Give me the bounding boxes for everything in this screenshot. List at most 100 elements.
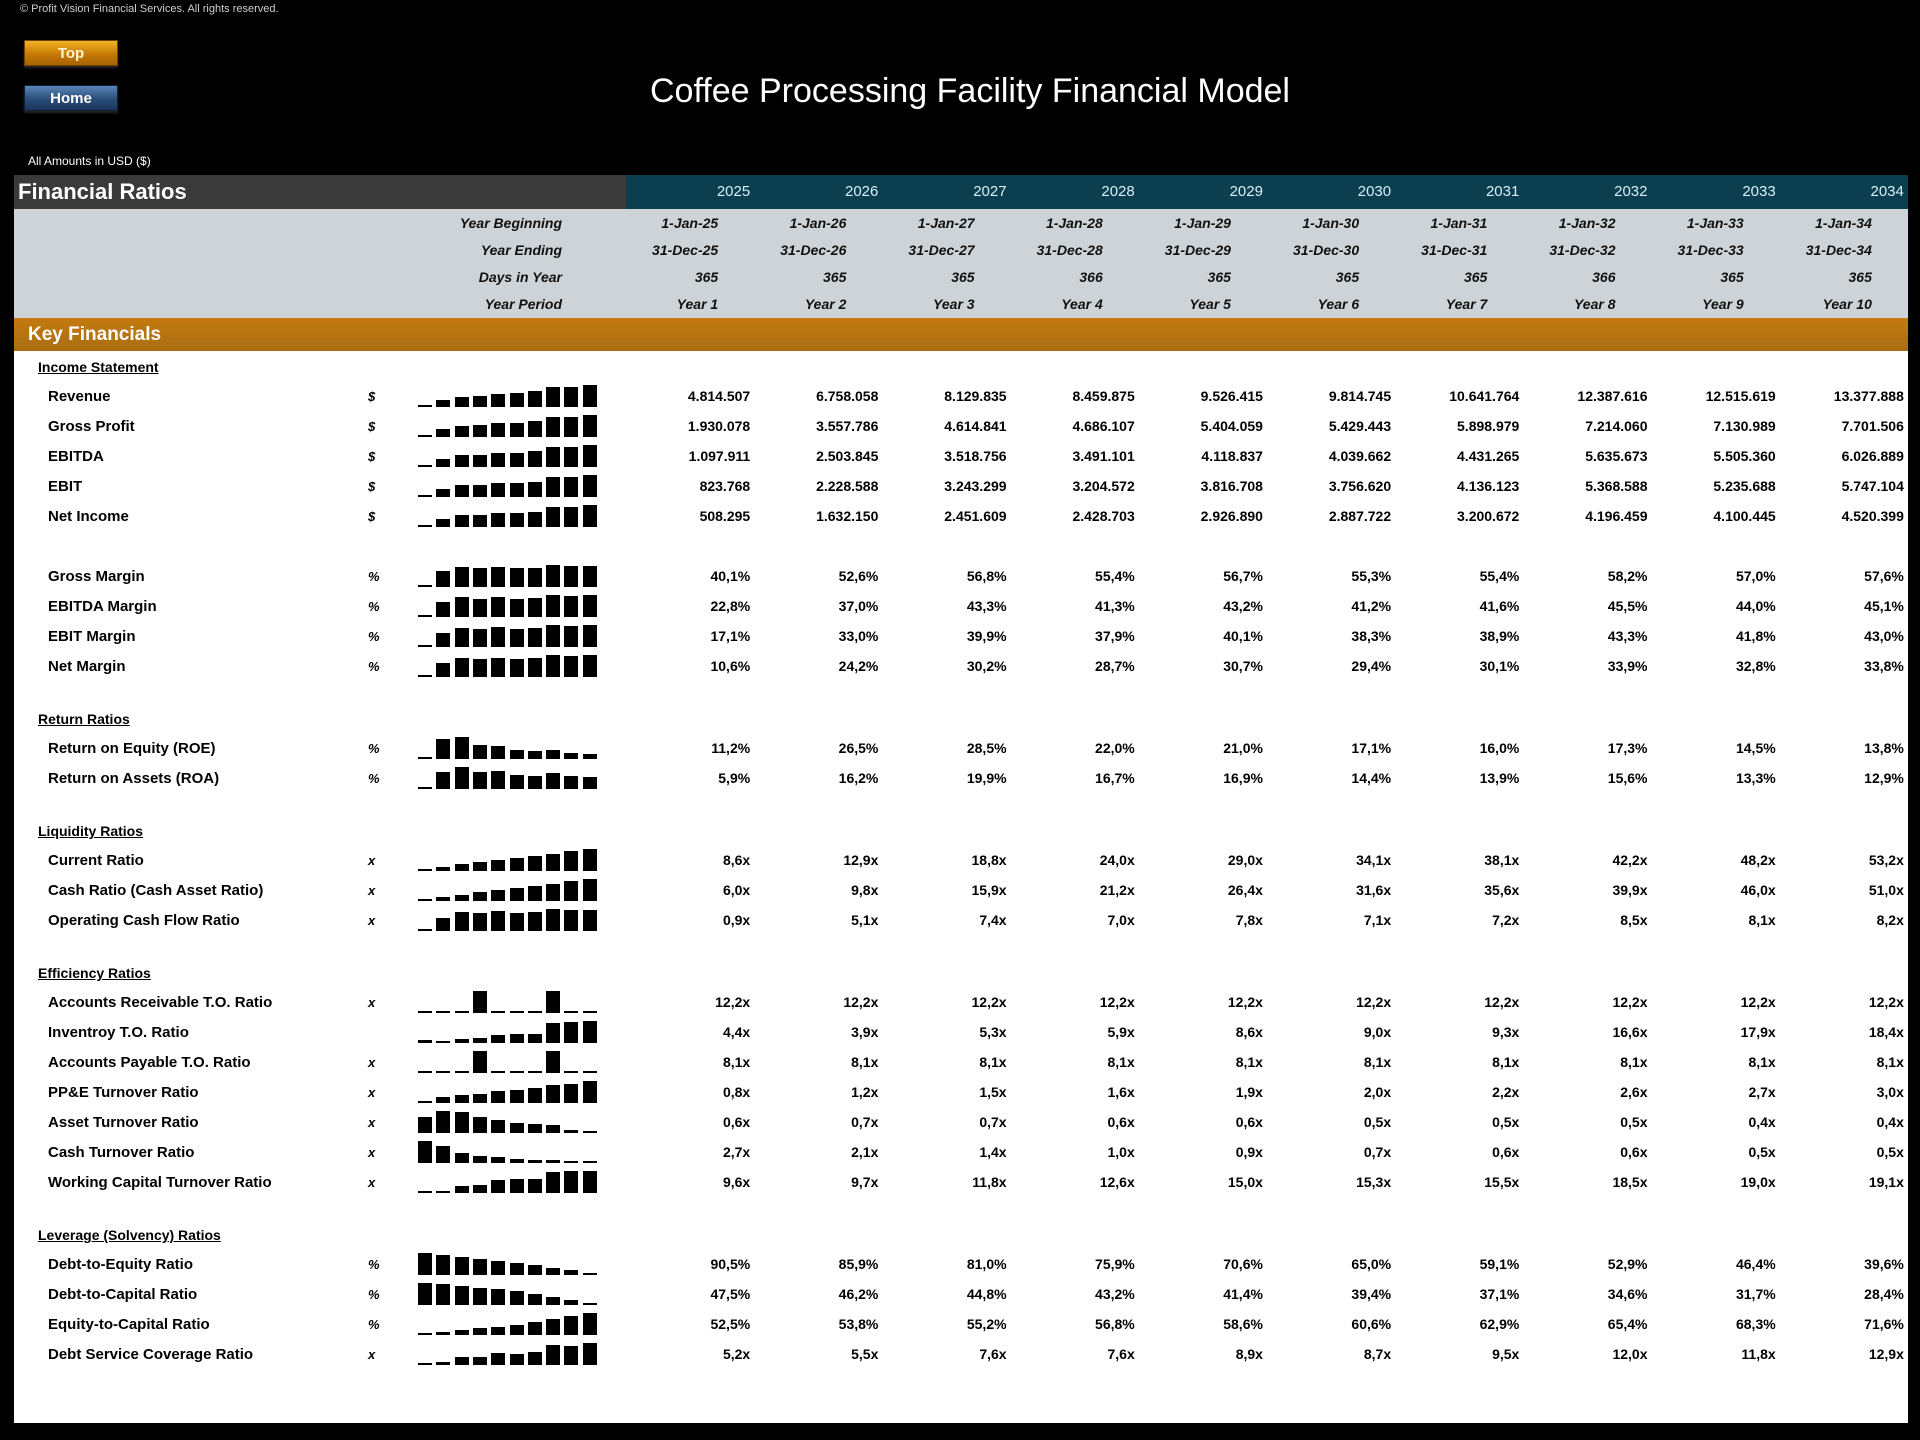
value-cell: 3,0x [1876,1084,1904,1100]
value-cell: 68,3% [1735,1316,1776,1332]
value-cell: 31,6x [1356,882,1392,898]
value-cell: 5,1x [851,912,879,928]
sparkline-bar [454,628,469,647]
sparkline-bar [582,1161,597,1163]
value-cell: 5,2x [722,1346,751,1362]
meta-cell: Year 3 [933,295,975,312]
value-cell: 12,9% [1864,770,1904,786]
meta-cell: 31-Dec-33 [1677,241,1744,258]
value-cell: 8,7x [1363,1346,1392,1362]
value-cell: 26,4x [1227,882,1263,898]
sparkline-bar [509,599,524,617]
value-cell: 57,0% [1735,568,1776,584]
sparkline-bar [509,629,524,647]
sparkline-bar [454,1257,469,1275]
sparkline-bar [527,1011,542,1013]
sparkline-bar [418,899,432,901]
sparkline-bar [418,1071,432,1073]
value-cell: 52,6% [838,568,879,584]
sparkline-bar [436,1097,451,1103]
year-header: 2033 [1742,183,1776,200]
sparkline-bar [436,918,451,931]
sparkline-bar [472,1357,487,1365]
sparkline-bar [509,393,524,407]
sparkline-bar [546,417,561,437]
value-cell: 60,6% [1351,1316,1392,1332]
sparkline-bar [546,1160,561,1163]
value-cell: 16,0% [1479,740,1520,756]
sparkline [400,413,600,439]
sparkline-bar [509,453,524,467]
section-header: Financial Ratios [14,175,626,209]
unit-label: $ [368,388,376,404]
value-cell: 15,6% [1607,770,1648,786]
value-cell: 21,0% [1223,740,1263,756]
value-cell: 12,2x [1356,994,1392,1010]
value-cell: 3.204.572 [1072,478,1135,494]
meta-label: Year Ending [480,241,562,258]
top-button[interactable]: Top [24,40,118,66]
value-cell: 9,0x [1363,1024,1392,1040]
ratio-row: EBIT Margin% 17,1% 33,0% 39,9% 37,9% 40,1% 38,… [14,621,1908,651]
sparkline-bar [546,854,561,871]
sparkline-bar [491,1157,506,1163]
sparkline-bar [582,1343,597,1365]
sparkline-bar [454,1095,469,1103]
value-cell: 3.756.620 [1328,478,1392,494]
value-cell: 43,2% [1223,598,1263,614]
value-cell: 71,6% [1864,1316,1904,1332]
value-cell: 16,7% [1095,770,1135,786]
value-cell: 16,2% [838,770,879,786]
meta-cell: 1-Jan-34 [1815,214,1872,231]
value-cell: 37,9% [1095,628,1135,644]
sparkline-bar [472,913,487,931]
sparkline-bar [509,750,524,759]
sparkline-bar [472,396,487,407]
sparkline-bar [546,655,561,677]
sparkline-bar [582,1171,597,1193]
sparkline-bar [546,447,561,467]
value-cell: 8,2x [1876,912,1904,928]
sparkline-bar [582,625,597,647]
sparkline-bar [491,860,506,871]
value-cell: 5.404.059 [1200,418,1263,434]
year-header: 2030 [1357,183,1392,200]
value-cell: 9,5x [1492,1346,1520,1362]
ratio-row: Accounts Payable T.O. Ratio x 8,1x 8,1x 8,1x… [14,1047,1908,1077]
value-cell: 3.557.786 [816,418,879,434]
meta-cell: Year 5 [1189,295,1231,312]
value-cell: 12,0x [1612,1346,1648,1362]
sparkline-bar [472,659,487,677]
sparkline-bar [564,1300,579,1305]
sparkline-bar [454,515,469,527]
meta-cell: 1-Jan-29 [1174,214,1231,231]
unit-label: x [368,912,376,928]
sparkline-bar [564,1011,579,1013]
meta-cell: Year 6 [1317,295,1360,312]
unit-label: x [368,1174,376,1190]
period-meta-block: Year Beginning 1-Jan-25 1-Jan-26 1-Jan-27 1-… [14,209,1908,318]
sparkline-bar [454,912,469,931]
value-cell: 12,2x [1227,994,1263,1010]
sparkline-bar [582,1313,597,1335]
sparkline-bar [418,465,432,467]
meta-cell: 365 [1720,268,1744,285]
sparkline [400,907,600,933]
sparkline-bar [472,1038,487,1043]
sparkline-bar [527,482,542,497]
value-cell: 19,0x [1740,1174,1776,1190]
value-cell: 41,6% [1479,598,1520,614]
value-cell: 0,8x [722,1084,751,1100]
value-cell: 90,5% [710,1256,751,1272]
sparkline-bar [436,1146,451,1163]
sparkline [400,593,600,619]
meta-cell: 31-Dec-32 [1549,241,1616,258]
meta-label: Year Period [484,295,562,312]
sparkline-bar [582,849,597,871]
value-cell: 16,9% [1223,770,1263,786]
value-cell: 2,7x [722,1144,751,1160]
value-cell: 13,8% [1864,740,1904,756]
ratio-label: Net Margin [48,657,126,675]
value-cell: 52,5% [710,1316,751,1332]
meta-cell: 31-Dec-27 [908,241,975,258]
